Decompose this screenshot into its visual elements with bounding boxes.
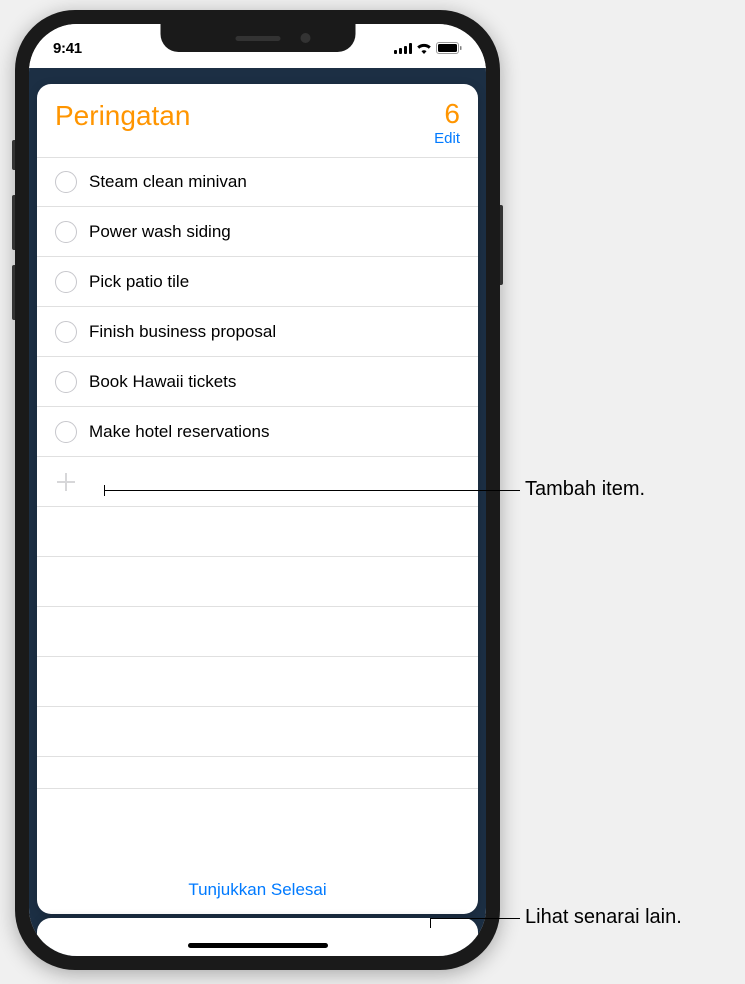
plus-icon xyxy=(55,471,77,493)
volume-down-button xyxy=(12,265,15,320)
home-indicator[interactable] xyxy=(188,943,328,948)
item-count: 6 xyxy=(434,100,460,128)
mute-switch xyxy=(12,140,15,170)
power-button xyxy=(500,205,503,285)
app-content: Peringatan 6 Edit Steam clean minivan Po… xyxy=(29,68,486,956)
empty-row xyxy=(37,607,478,657)
reminder-row[interactable]: Make hotel reservations xyxy=(37,407,478,457)
empty-row xyxy=(37,757,478,789)
edit-button[interactable]: Edit xyxy=(434,130,460,147)
complete-radio[interactable] xyxy=(55,371,77,393)
callout-line xyxy=(104,490,520,491)
reminder-text: Power wash siding xyxy=(89,222,231,242)
front-camera xyxy=(300,33,310,43)
signal-icon xyxy=(394,43,412,54)
speaker xyxy=(235,36,280,41)
list-title: Peringatan xyxy=(55,100,190,132)
complete-radio[interactable] xyxy=(55,221,77,243)
battery-icon xyxy=(436,42,462,54)
volume-up-button xyxy=(12,195,15,250)
complete-radio[interactable] xyxy=(55,321,77,343)
callout-tick xyxy=(104,485,105,496)
card-header: Peringatan 6 Edit xyxy=(37,84,478,157)
reminder-text: Finish business proposal xyxy=(89,322,276,342)
reminder-text: Book Hawaii tickets xyxy=(89,372,236,392)
reminder-row[interactable]: Finish business proposal xyxy=(37,307,478,357)
show-completed-button[interactable]: Tunjukkan Selesai xyxy=(37,866,478,914)
reminder-row[interactable]: Steam clean minivan xyxy=(37,157,478,207)
add-item-row[interactable] xyxy=(37,457,478,507)
wifi-icon xyxy=(416,42,432,54)
status-time: 9:41 xyxy=(53,40,82,57)
status-indicators xyxy=(394,42,462,54)
reminder-text: Steam clean minivan xyxy=(89,172,247,192)
empty-row xyxy=(37,707,478,757)
lists-sheet[interactable] xyxy=(37,918,478,956)
reminder-list: Steam clean minivan Power wash siding Pi… xyxy=(37,157,478,866)
empty-row xyxy=(37,557,478,607)
complete-radio[interactable] xyxy=(55,271,77,293)
complete-radio[interactable] xyxy=(55,171,77,193)
notch xyxy=(160,24,355,52)
complete-radio[interactable] xyxy=(55,421,77,443)
callout-line xyxy=(430,918,520,919)
empty-row xyxy=(37,657,478,707)
reminders-card: Peringatan 6 Edit Steam clean minivan Po… xyxy=(37,84,478,914)
empty-row xyxy=(37,507,478,557)
reminder-text: Make hotel reservations xyxy=(89,422,269,442)
callout-add-item: Tambah item. xyxy=(525,478,645,501)
callout-view-lists: Lihat senarai lain. xyxy=(525,906,682,929)
callout-tick xyxy=(430,918,431,928)
reminder-row[interactable]: Pick patio tile xyxy=(37,257,478,307)
reminder-row[interactable]: Power wash siding xyxy=(37,207,478,257)
reminder-row[interactable]: Book Hawaii tickets xyxy=(37,357,478,407)
reminder-text: Pick patio tile xyxy=(89,272,189,292)
